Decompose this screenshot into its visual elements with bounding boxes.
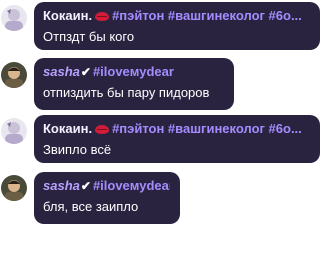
lips-icon xyxy=(95,124,110,134)
message-bubble[interactable]: Кокаин. #пэйтон #вашгинеколог #6о... Отпз… xyxy=(34,2,320,50)
chat-view: Кокаин. #пэйтон #вашгинеколог #6о... Отпз… xyxy=(0,0,320,274)
avatar-icon xyxy=(1,5,27,31)
message-text: Звипло всё xyxy=(43,142,112,157)
sender-status: #пэйтон #вашгинеколог #6о... xyxy=(112,121,302,136)
sender-name: Кокаин. xyxy=(43,121,93,136)
message-text: отпиздить бы пару пидоров xyxy=(43,85,210,100)
sender-name: Кокаин. xyxy=(43,8,93,23)
sender-status: #пэйтон #вашгинеколог #6о... xyxy=(112,8,302,23)
sender-line: Кокаин. #пэйтон #вашгинеколог #6о... xyxy=(43,8,310,24)
message-bubble[interactable]: Кокаин. #пэйтон #вашгинеколог #6о... Звип… xyxy=(34,115,320,163)
avatar-icon xyxy=(1,62,27,88)
avatar[interactable] xyxy=(1,62,27,88)
check-icon: ✔ xyxy=(80,179,91,193)
message-text: Отпздт бы кого xyxy=(43,29,135,44)
sender-line: Кокаин. #пэйтон #вашгинеколог #6о... xyxy=(43,121,310,137)
sender-line: sasha✔ #iloveмуdear xyxy=(43,64,224,80)
sender-line: sasha✔ #iloveмуdear xyxy=(43,178,170,194)
sender-status: #iloveмуdear xyxy=(92,178,170,193)
sender-name: sasha xyxy=(43,178,80,193)
message-bubble[interactable]: sasha✔ #iloveмуdear отпиздить бы пару пид… xyxy=(34,58,234,110)
avatar-icon xyxy=(1,175,27,201)
message-text: бля, все заипло xyxy=(43,199,139,214)
lips-icon xyxy=(95,11,110,21)
avatar-icon xyxy=(1,118,27,144)
check-icon: ✔ xyxy=(80,65,91,79)
avatar[interactable] xyxy=(1,118,27,144)
message-bubble[interactable]: sasha✔ #iloveмуdear бля, все заипло xyxy=(34,172,180,224)
avatar[interactable] xyxy=(1,175,27,201)
sender-name: sasha xyxy=(43,64,80,79)
sender-status: #iloveмуdear xyxy=(92,64,174,79)
avatar[interactable] xyxy=(1,5,27,31)
